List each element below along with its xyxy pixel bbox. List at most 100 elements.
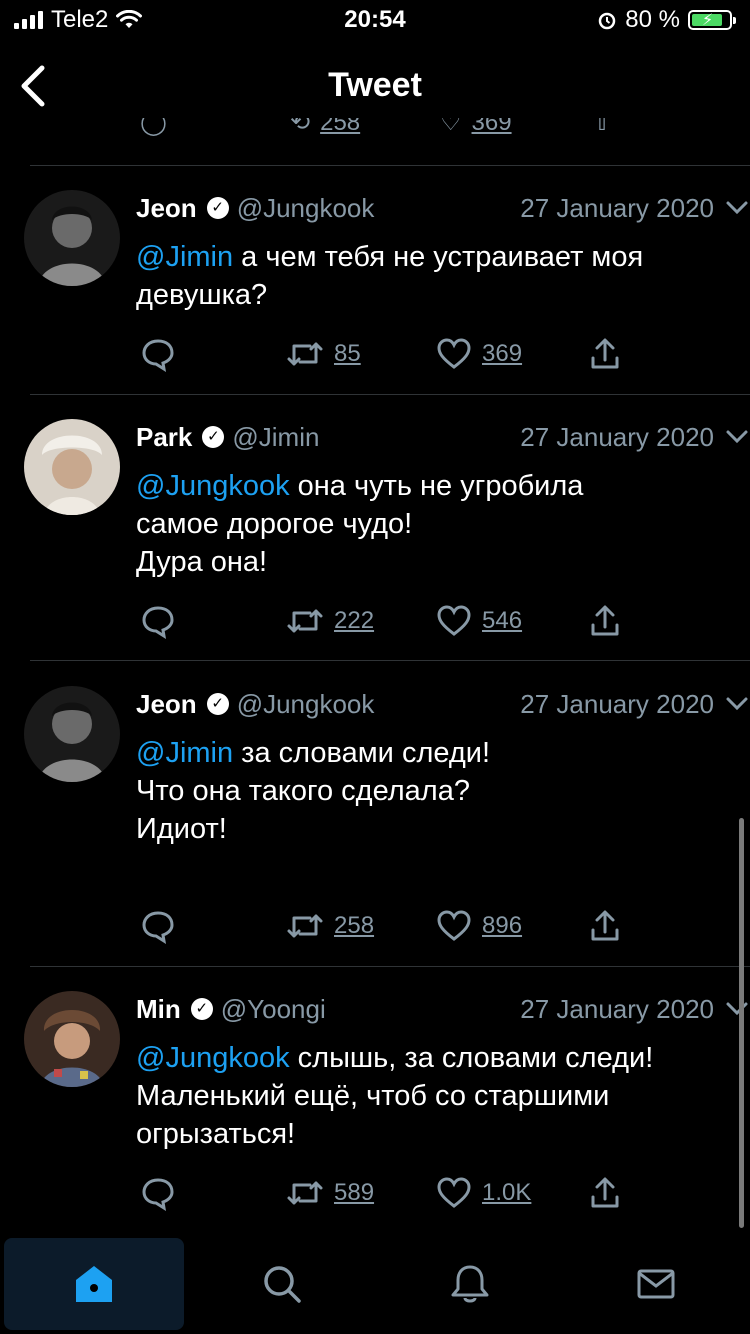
reply-icon bbox=[142, 339, 174, 372]
chevron-down-icon[interactable] bbox=[724, 423, 750, 449]
retweet-icon bbox=[287, 914, 323, 938]
divider bbox=[30, 165, 750, 166]
author-name[interactable]: Min bbox=[136, 994, 181, 1025]
reply-icon[interactable]: ◯ bbox=[140, 118, 167, 137]
heart-icon bbox=[437, 910, 471, 941]
share-icon bbox=[591, 1177, 619, 1208]
author-handle[interactable]: @Yoongi bbox=[221, 994, 326, 1025]
retweet-icon bbox=[287, 609, 323, 633]
search-icon bbox=[264, 1266, 301, 1303]
bell-icon bbox=[451, 1265, 489, 1303]
tweet-date: 27 January 2020 bbox=[520, 994, 714, 1024]
tweet-text: @Jimin а чем тебя не устраивает моя деву… bbox=[136, 238, 720, 314]
retweet-count: 258 bbox=[334, 912, 375, 939]
tab-search[interactable] bbox=[192, 1238, 372, 1330]
tweet[interactable]: Min ✓ @Yoongi 27 January 2020 @Jungkook … bbox=[0, 991, 750, 1231]
tweet-date: 27 January 2020 bbox=[520, 689, 714, 719]
avatar[interactable] bbox=[24, 419, 120, 515]
reply-button[interactable] bbox=[140, 1175, 176, 1211]
mention-link[interactable]: @Jimin bbox=[136, 241, 233, 273]
like-button[interactable]: 1.0K bbox=[436, 1175, 531, 1211]
divider bbox=[30, 394, 750, 395]
tweet-line: Дура она! bbox=[136, 546, 268, 578]
header: Tweet bbox=[0, 50, 750, 120]
author-handle[interactable]: @Jimin bbox=[232, 422, 319, 453]
tweet[interactable]: Park ✓ @Jimin 27 January 2020 @Jungkook … bbox=[0, 419, 750, 660]
chevron-down-icon[interactable] bbox=[724, 194, 750, 220]
share-button[interactable] bbox=[588, 1175, 622, 1211]
avatar[interactable] bbox=[24, 991, 120, 1087]
retweet-button[interactable]: 258 bbox=[286, 908, 374, 944]
reply-icon bbox=[142, 1178, 174, 1211]
retweet-count: 85 bbox=[334, 340, 361, 367]
share-icon bbox=[591, 338, 619, 369]
tweet[interactable]: Jeon ✓ @Jungkook 27 January 2020 @Jimin … bbox=[0, 190, 750, 394]
previous-tweet-actions: ◯ ⟲ 258 ♡ 369 ⇧ bbox=[0, 118, 750, 138]
reply-button[interactable] bbox=[140, 908, 176, 944]
tweet-line: она чуть не угробила bbox=[289, 470, 584, 502]
reply-button[interactable] bbox=[140, 603, 176, 639]
tweet-text: @Jungkook она чуть не угробила самое дор… bbox=[136, 467, 720, 581]
mention-link[interactable]: @Jimin bbox=[136, 737, 233, 769]
battery-percent: 80 % bbox=[625, 6, 680, 33]
reply-icon bbox=[142, 911, 174, 944]
tweet-date: 27 January 2020 bbox=[520, 422, 714, 452]
mention-link[interactable]: @Jungkook bbox=[136, 470, 290, 502]
divider bbox=[30, 660, 750, 661]
like-count: 1.0K bbox=[482, 1179, 532, 1206]
tweet-line: слышь, за словами следи! bbox=[289, 1042, 654, 1074]
author-name[interactable]: Park bbox=[136, 422, 192, 453]
heart-icon bbox=[437, 338, 471, 369]
tweet[interactable]: Jeon ✓ @Jungkook 27 January 2020 @Jimin … bbox=[0, 686, 750, 966]
retweet-count: 589 bbox=[334, 1179, 375, 1206]
tweet-actions: 85 369 bbox=[136, 336, 636, 376]
tweet-line: самое дорогое чудо! bbox=[136, 508, 413, 540]
retweet-icon bbox=[287, 1181, 323, 1205]
heart-icon bbox=[437, 605, 471, 636]
tweet-line: Идиот! bbox=[136, 813, 227, 845]
status-bar: Tele2 20:54 80 % ⚡ bbox=[0, 0, 750, 40]
scrollbar[interactable] bbox=[739, 818, 744, 1228]
tab-bar bbox=[0, 1234, 750, 1334]
tweet-actions: 258 896 bbox=[136, 908, 636, 948]
author-handle[interactable]: @Jungkook bbox=[237, 193, 375, 224]
avatar[interactable] bbox=[24, 190, 120, 286]
share-button[interactable] bbox=[588, 336, 622, 372]
like-count: 369 bbox=[482, 340, 523, 367]
reply-button[interactable] bbox=[140, 336, 176, 372]
retweet-button[interactable]: 589 bbox=[286, 1175, 374, 1211]
like-button[interactable]: ♡ 369 bbox=[440, 118, 512, 137]
avatar[interactable] bbox=[24, 686, 120, 782]
like-button[interactable]: 369 bbox=[436, 336, 522, 372]
like-count: 896 bbox=[482, 912, 523, 939]
tweet-actions: 589 1.0K bbox=[136, 1175, 636, 1215]
author-handle[interactable]: @Jungkook bbox=[237, 689, 375, 720]
tweet-line: за словами следи! bbox=[233, 737, 491, 769]
share-icon[interactable]: ⇧ bbox=[592, 118, 612, 137]
tweet-line: Маленький ещё, чтоб со старшими bbox=[136, 1080, 610, 1112]
tab-home[interactable] bbox=[4, 1238, 184, 1330]
retweet-button[interactable]: ⟲ 258 bbox=[290, 118, 360, 137]
like-count: 546 bbox=[482, 607, 523, 634]
tab-messages[interactable] bbox=[566, 1238, 746, 1330]
like-button[interactable]: 546 bbox=[436, 603, 522, 639]
mention-link[interactable]: @Jungkook bbox=[136, 1042, 290, 1074]
heart-icon bbox=[437, 1177, 471, 1208]
verified-icon: ✓ bbox=[202, 426, 225, 448]
retweet-button[interactable]: 222 bbox=[286, 603, 374, 639]
tweet-line: а чем тебя не устраивает моя bbox=[233, 241, 644, 273]
tweet-line: Что она такого сделала? bbox=[136, 775, 470, 807]
alarm-icon bbox=[599, 12, 616, 30]
chevron-down-icon[interactable] bbox=[724, 690, 750, 716]
tab-notifications[interactable] bbox=[380, 1238, 560, 1330]
retweet-button[interactable]: 85 bbox=[286, 336, 361, 372]
tweet-line: девушка? bbox=[136, 279, 268, 311]
share-button[interactable] bbox=[588, 603, 622, 639]
share-button[interactable] bbox=[588, 908, 622, 944]
author-name[interactable]: Jeon bbox=[136, 193, 197, 224]
like-button[interactable]: 896 bbox=[436, 908, 522, 944]
tweet-actions: 222 546 bbox=[136, 603, 636, 643]
author-name[interactable]: Jeon bbox=[136, 689, 197, 720]
chevron-down-icon[interactable] bbox=[724, 995, 750, 1021]
share-icon bbox=[591, 605, 619, 636]
